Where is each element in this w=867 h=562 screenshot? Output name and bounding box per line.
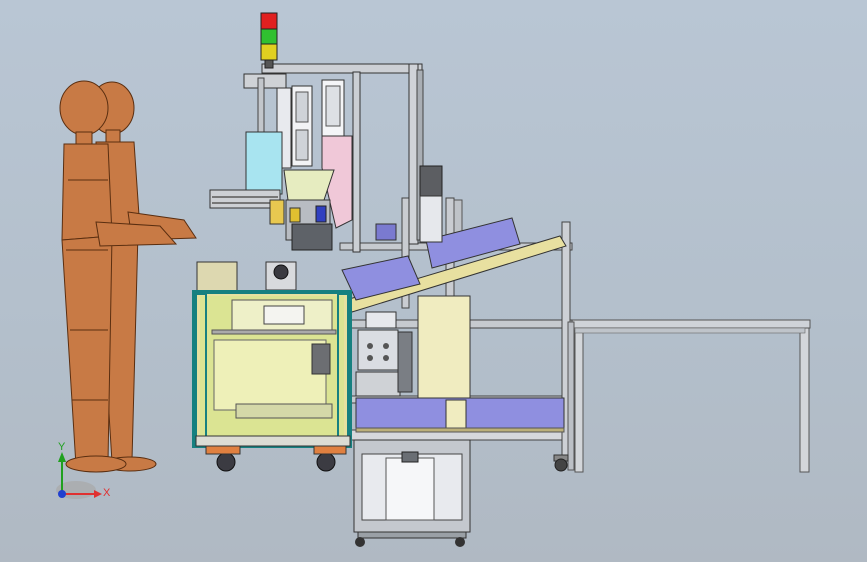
glass-cabinet[interactable] — [192, 261, 352, 472]
cad-viewport[interactable]: Y X — [0, 0, 867, 562]
base-cabinet[interactable] — [353, 439, 471, 547]
tower-light-yellow — [260, 43, 278, 61]
tower-light — [260, 12, 278, 69]
x-axis-label: X — [103, 487, 111, 499]
side-table[interactable] — [569, 319, 811, 473]
tower-light-green — [260, 28, 278, 45]
center-column[interactable] — [355, 295, 471, 401]
lower-bin[interactable] — [355, 397, 565, 433]
tower-light-red — [260, 12, 278, 30]
y-axis-label: Y — [58, 441, 66, 453]
cyan-box[interactable] — [245, 131, 283, 195]
assembly-scene[interactable] — [0, 0, 867, 562]
